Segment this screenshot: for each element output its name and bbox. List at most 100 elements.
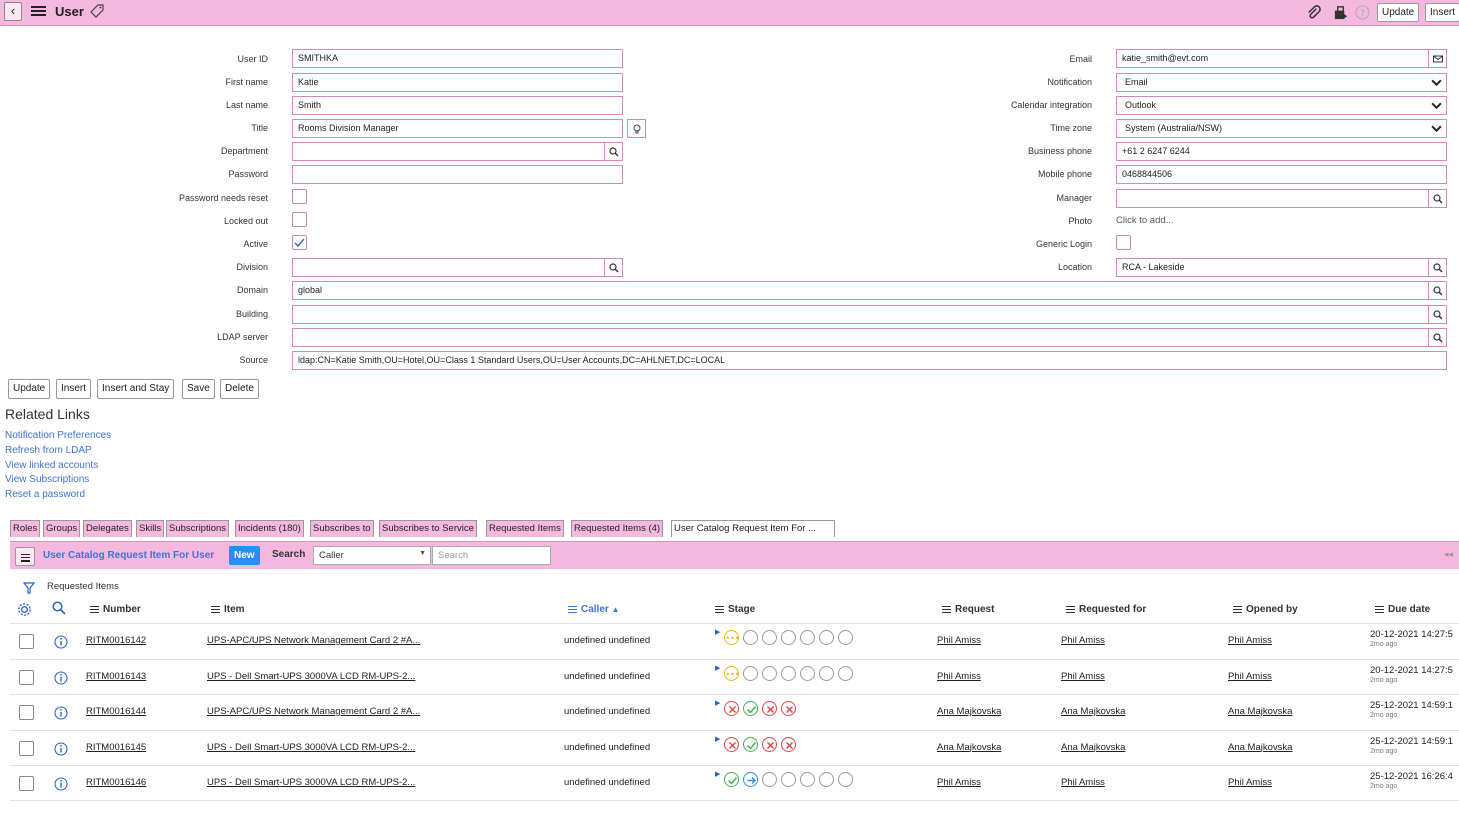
column-opened-by[interactable]: Opened by	[1233, 604, 1298, 615]
manager-field[interactable]	[1116, 189, 1429, 208]
row-opened-by-link[interactable]: Ana Majkovska	[1228, 742, 1292, 753]
row-number-link[interactable]: RITM0016142	[86, 635, 146, 646]
row-request-link[interactable]: Phil Amiss	[937, 777, 981, 788]
tab-roles[interactable]: Roles	[10, 520, 41, 537]
tab-requested-items-4[interactable]: Requested Items (4)	[571, 520, 664, 537]
notification-select[interactable]: Email	[1116, 73, 1447, 92]
row-request-link[interactable]: Ana Majkovska	[937, 742, 1001, 753]
expand-stage-icon[interactable]: ▶	[715, 770, 720, 778]
new-button[interactable]: New	[229, 546, 260, 565]
locked-out-checkbox[interactable]	[292, 212, 307, 227]
send-email-button[interactable]	[1428, 49, 1447, 68]
tab-subscribes-to-service[interactable]: Subscribes to Service	[379, 520, 477, 537]
related-link-refresh-ldap[interactable]: Refresh from LDAP	[5, 445, 92, 456]
info-icon[interactable]	[54, 777, 68, 791]
row-checkbox[interactable]	[19, 705, 34, 720]
row-item-link[interactable]: UPS - Dell Smart-UPS 3000VA LCD RM-UPS-2…	[207, 742, 415, 753]
time-zone-select[interactable]: System (Australia/NSW)	[1116, 119, 1447, 138]
domain-lookup-button[interactable]	[1428, 281, 1447, 300]
row-item-link[interactable]: UPS-APC/UPS Network Management Card 2 #A…	[207, 706, 420, 717]
department-field[interactable]	[292, 142, 605, 161]
expand-stage-icon[interactable]: ▶	[715, 664, 720, 672]
row-requested-for-link[interactable]: Ana Majkovska	[1061, 742, 1125, 753]
generic-login-checkbox[interactable]	[1116, 235, 1131, 250]
row-checkbox[interactable]	[19, 776, 34, 791]
column-request[interactable]: Request	[942, 604, 994, 615]
column-caller[interactable]: Caller ▲	[568, 604, 620, 615]
tab-requested-items[interactable]: Requested Items	[486, 520, 564, 537]
search-field-select[interactable]: Caller ▼	[313, 546, 431, 565]
row-item-link[interactable]: UPS - Dell Smart-UPS 3000VA LCD RM-UPS-2…	[207, 777, 415, 788]
form-update-button[interactable]: Update	[8, 379, 51, 399]
paperclip-icon[interactable]	[1306, 5, 1321, 20]
row-opened-by-link[interactable]: Ana Majkovska	[1228, 706, 1292, 717]
context-menu-icon[interactable]	[31, 4, 46, 18]
building-field[interactable]	[292, 305, 1429, 324]
insert-button[interactable]: Insert	[1425, 3, 1459, 22]
collapse-icon[interactable]: ◂◂	[1444, 549, 1453, 560]
tab-subscribes-to[interactable]: Subscribes to	[310, 520, 374, 537]
row-opened-by-link[interactable]: Phil Amiss	[1228, 777, 1272, 788]
row-number-link[interactable]: RITM0016146	[86, 777, 146, 788]
related-link-reset-password[interactable]: Reset a password	[5, 489, 85, 500]
active-checkbox[interactable]	[292, 235, 307, 250]
table-row[interactable]: RITM0016142 UPS-APC/UPS Network Managemen…	[10, 623, 1459, 658]
row-number-link[interactable]: RITM0016145	[86, 742, 146, 753]
password-field[interactable]	[292, 165, 623, 184]
column-due-date[interactable]: Due date	[1375, 604, 1430, 615]
related-link-linked-accounts[interactable]: View linked accounts	[5, 460, 98, 471]
row-checkbox[interactable]	[19, 740, 34, 756]
info-icon[interactable]	[54, 706, 68, 720]
info-icon[interactable]	[54, 670, 68, 685]
row-opened-by-link[interactable]: Phil Amiss	[1228, 671, 1272, 682]
suggestion-button[interactable]	[627, 119, 646, 138]
row-requested-for-link[interactable]: Ana Majkovska	[1061, 706, 1125, 717]
source-field[interactable]: ldap:CN=Katie Smith,OU=Hotel,OU=Class 1 …	[292, 351, 1447, 370]
expand-stage-icon[interactable]: ▶	[715, 699, 720, 707]
last-name-field[interactable]: Smith	[292, 96, 623, 115]
location-field[interactable]: RCA - Lakeside	[1116, 258, 1429, 277]
column-requested-for[interactable]: Requested for	[1066, 604, 1146, 615]
mobile-phone-field[interactable]: 0468844506	[1116, 165, 1447, 184]
table-row[interactable]: RITM0016144 UPS-APC/UPS Network Managemen…	[10, 694, 1459, 729]
row-requested-for-link[interactable]: Phil Amiss	[1061, 777, 1105, 788]
tab-subscriptions[interactable]: Subscriptions	[166, 520, 230, 537]
row-item-link[interactable]: UPS-APC/UPS Network Management Card 2 #A…	[207, 635, 420, 646]
building-lookup-button[interactable]	[1428, 305, 1447, 324]
related-link-subscriptions[interactable]: View Subscriptions	[5, 474, 89, 485]
info-icon[interactable]	[54, 635, 68, 649]
column-number[interactable]: Number	[90, 604, 141, 615]
calendar-integration-select[interactable]: Outlook	[1116, 96, 1447, 115]
password-reset-checkbox[interactable]	[292, 189, 307, 204]
email-field[interactable]: katie_smith@evt.com	[1116, 49, 1429, 68]
division-field[interactable]	[292, 258, 605, 277]
tab-incidents[interactable]: Incidents (180)	[235, 520, 304, 537]
update-button[interactable]: Update	[1377, 3, 1420, 22]
row-requested-for-link[interactable]: Phil Amiss	[1061, 635, 1105, 646]
related-link-notification-preferences[interactable]: Notification Preferences	[5, 430, 111, 441]
business-phone-field[interactable]: +61 2 6247 6244	[1116, 142, 1447, 161]
table-row[interactable]: RITM0016146 UPS - Dell Smart-UPS 3000VA L…	[10, 765, 1459, 800]
form-insert-button[interactable]: Insert	[56, 379, 92, 399]
row-item-link[interactable]: UPS - Dell Smart-UPS 3000VA LCD RM-UPS-2…	[207, 671, 415, 682]
department-lookup-button[interactable]	[604, 142, 623, 161]
search-input[interactable]: Search	[432, 546, 551, 565]
domain-field[interactable]: global	[292, 281, 1429, 300]
back-button[interactable]: ‹	[4, 2, 22, 21]
title-field[interactable]: Rooms Division Manager	[292, 119, 623, 138]
row-number-link[interactable]: RITM0016144	[86, 706, 146, 717]
photo-add-link[interactable]: Click to add...	[1116, 215, 1174, 226]
expand-stage-icon[interactable]: ▶	[715, 628, 720, 636]
list-title[interactable]: User Catalog Request Item For User	[43, 550, 214, 561]
search-icon[interactable]	[52, 601, 66, 615]
row-requested-for-link[interactable]: Phil Amiss	[1061, 671, 1105, 682]
tab-skills[interactable]: Skills	[136, 520, 165, 537]
table-row[interactable]: RITM0016145 UPS - Dell Smart-UPS 3000VA L…	[10, 729, 1459, 765]
row-request-link[interactable]: Phil Amiss	[937, 671, 981, 682]
first-name-field[interactable]: Katie	[292, 73, 623, 92]
tab-delegates[interactable]: Delegates	[83, 520, 132, 537]
list-menu-button[interactable]	[15, 547, 35, 566]
manager-lookup-button[interactable]	[1428, 189, 1447, 208]
tab-user-catalog-request-item[interactable]: User Catalog Request Item For ...	[671, 520, 835, 537]
row-request-link[interactable]: Phil Amiss	[937, 635, 981, 646]
